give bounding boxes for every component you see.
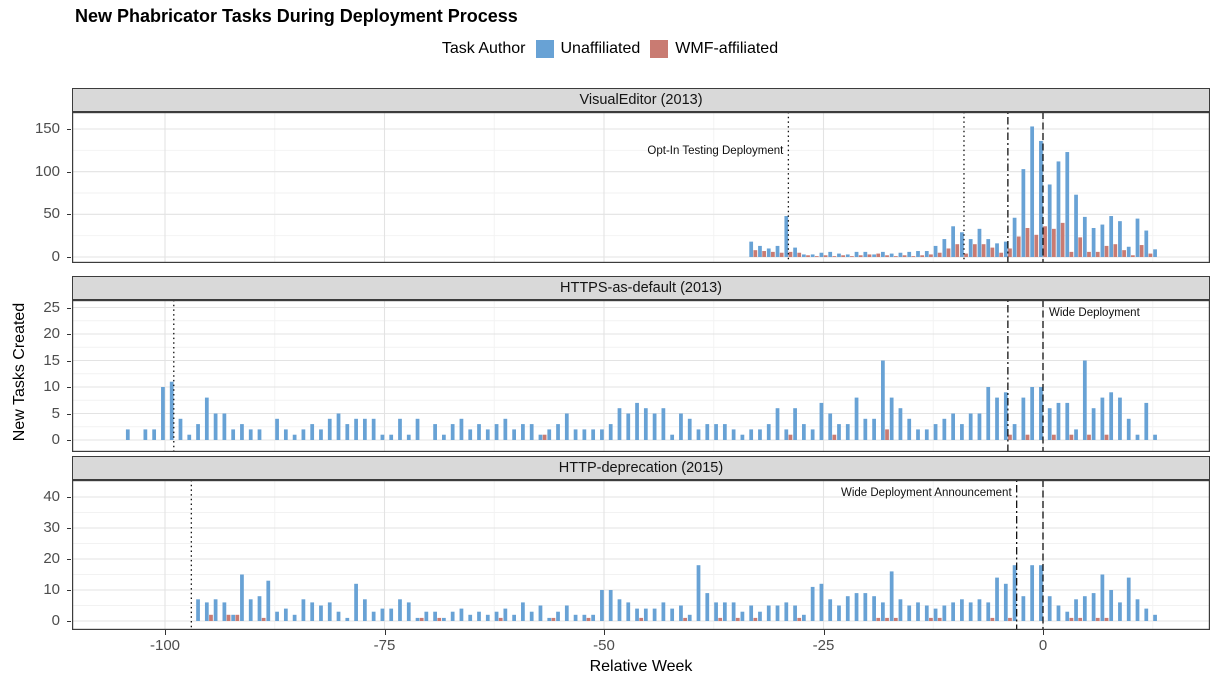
facet-strip-label: HTTP-deprecation (2015)	[559, 460, 723, 476]
y-tick-mark	[67, 528, 71, 529]
facet-chart-http-deprecation: Wide Deployment Announcement	[72, 480, 1210, 630]
y-tick-mark	[67, 257, 71, 258]
x-tick-mark	[165, 630, 166, 635]
facet-strip-http-deprecation: HTTP-deprecation (2015)	[72, 456, 1210, 480]
x-tick-label: -50	[593, 637, 615, 654]
x-tick-mark	[604, 630, 605, 635]
x-tick-label: -75	[374, 637, 396, 654]
facet-strip-label: HTTPS-as-default (2013)	[560, 280, 722, 296]
legend-item-label: Unaffiliated	[561, 40, 641, 58]
x-tick-label: 0	[1039, 637, 1047, 654]
y-tick-mark	[67, 361, 71, 362]
y-tick-mark	[67, 334, 71, 335]
y-tick-mark	[67, 621, 71, 622]
y-tick-label: 150	[8, 120, 60, 137]
y-tick-label: 30	[8, 519, 60, 536]
x-tick-label: -25	[813, 637, 835, 654]
legend-item-wmf: WMF-affiliated	[650, 40, 778, 58]
y-tick-mark	[67, 129, 71, 130]
legend: Task Author Unaffiliated WMF-affiliated	[0, 40, 1220, 58]
chart-title: New Phabricator Tasks During Deployment …	[75, 6, 518, 27]
event-annotation: Opt-In Testing Deployment	[647, 145, 784, 157]
y-tick-mark	[67, 214, 71, 215]
y-tick-label: 0	[8, 248, 60, 265]
x-tick-label: -100	[150, 637, 180, 654]
y-tick-label: 20	[8, 325, 60, 342]
y-tick-mark	[67, 440, 71, 441]
facet-strip-visualeditor: VisualEditor (2013)	[72, 88, 1210, 112]
x-tick-mark	[824, 630, 825, 635]
event-annotation: Wide Deployment	[1049, 307, 1141, 319]
wmf-swatch-icon	[650, 40, 668, 58]
facet-chart-visualeditor: Opt-In Testing Deployment	[72, 112, 1210, 263]
legend-item-unaffiliated: Unaffiliated	[536, 40, 641, 58]
facet-strip-https-default: HTTPS-as-default (2013)	[72, 276, 1210, 300]
y-tick-mark	[67, 387, 71, 388]
y-tick-label: 10	[8, 581, 60, 598]
y-tick-mark	[67, 590, 71, 591]
facet-panel-http-deprecation: Wide Deployment Announcement	[72, 480, 1210, 630]
y-tick-label: 100	[8, 163, 60, 180]
y-tick-mark	[67, 308, 71, 309]
y-axis-gutter: 0 50 100 150 0 5 10 15 20 25 0 10 20 30 40	[0, 0, 72, 660]
y-tick-label: 50	[8, 205, 60, 222]
y-tick-mark	[67, 414, 71, 415]
legend-item-label: WMF-affiliated	[675, 40, 778, 58]
legend-title: Task Author	[442, 40, 526, 58]
y-tick-label: 0	[8, 431, 60, 448]
y-tick-label: 10	[8, 378, 60, 395]
x-axis-title: Relative Week	[72, 658, 1210, 676]
y-tick-mark	[67, 559, 71, 560]
y-tick-mark	[67, 497, 71, 498]
y-tick-label: 25	[8, 299, 60, 316]
facet-panel-visualeditor: Opt-In Testing Deployment	[72, 112, 1210, 263]
facet-chart-https-default: Wide Deployment	[72, 300, 1210, 452]
x-tick-mark	[385, 630, 386, 635]
y-tick-label: 15	[8, 352, 60, 369]
y-tick-label: 0	[8, 612, 60, 629]
y-tick-label: 20	[8, 550, 60, 567]
y-tick-label: 5	[8, 405, 60, 422]
figure: New Phabricator Tasks During Deployment …	[0, 0, 1220, 687]
unaffiliated-swatch-icon	[536, 40, 554, 58]
y-tick-label: 40	[8, 488, 60, 505]
y-tick-mark	[67, 172, 71, 173]
event-annotation: Wide Deployment Announcement	[841, 487, 1012, 499]
x-tick-mark	[1043, 630, 1044, 635]
facet-panel-https-default: Wide Deployment	[72, 300, 1210, 452]
facet-strip-label: VisualEditor (2013)	[579, 92, 702, 108]
